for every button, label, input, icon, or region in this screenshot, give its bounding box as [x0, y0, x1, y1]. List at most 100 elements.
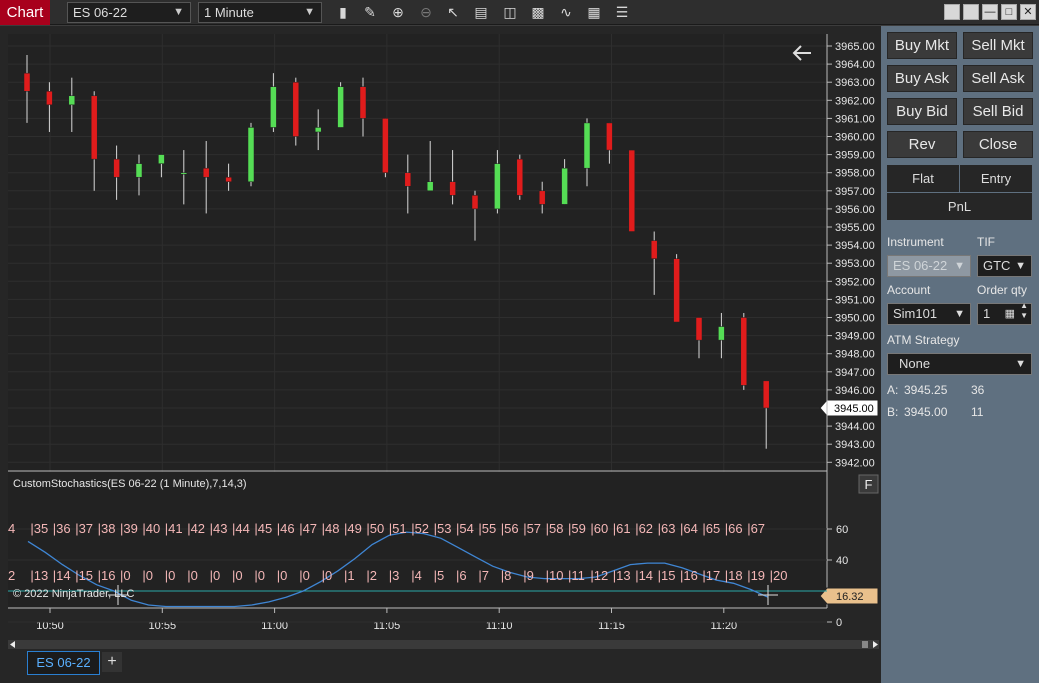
sell-market-button[interactable]: Sell Mkt	[963, 32, 1033, 59]
candle-body	[359, 86, 367, 119]
minimize-icon[interactable]: —	[982, 4, 998, 20]
calculator-icon[interactable]: ▦	[1005, 304, 1015, 324]
strategies-icon[interactable]: ∿	[556, 3, 576, 22]
indicator-tick-label: 60	[836, 524, 848, 536]
candle-body	[538, 190, 546, 205]
indicator-row2-label: |15	[75, 568, 93, 583]
price-tick-label: 3942.00	[835, 457, 875, 469]
price-chart[interactable]: 3965.00 3964.00 3963.00 3962.00 3961.00 3960.…	[0, 26, 881, 683]
candle-body	[225, 176, 232, 183]
close-icon[interactable]: ✕	[1020, 4, 1036, 20]
zoom-in-icon[interactable]: ⊕	[388, 3, 408, 22]
indicator-row1-label: |57	[523, 521, 541, 536]
indicator-row2: 2 |13 |14 |15 |16 |0 |0 |0 |0 |0 |0 |0 |0 |0 |0 |1 |2 |3 |…	[8, 568, 787, 583]
indicator-row2-label: |8	[501, 568, 512, 583]
tif-select-value: GTC	[983, 258, 1011, 273]
chart-trader-icon[interactable]: ◫	[500, 3, 520, 22]
sell-bid-button[interactable]: Sell Bid	[963, 98, 1033, 125]
indicator-row2-label: |12	[590, 568, 608, 583]
data-box-icon[interactable]: ▤	[471, 3, 491, 22]
indicator-row2-label: |0	[187, 568, 198, 583]
indicator-row2-label: |0	[142, 568, 153, 583]
chevron-down-icon: ▼	[304, 6, 315, 18]
indicator-row2-label: |0	[120, 568, 131, 583]
indicator-row1-label: |61	[613, 521, 631, 536]
tif-select[interactable]: GTC ▼	[977, 255, 1032, 277]
indicator-row2-label: |0	[277, 568, 288, 583]
price-tick-label: 3961.00	[835, 113, 875, 125]
zoom-out-icon[interactable]: ⊖	[416, 3, 436, 22]
window-link-icon[interactable]	[963, 4, 979, 20]
properties-icon[interactable]: ☰	[612, 3, 632, 22]
chevron-down-icon: ▼	[1015, 358, 1026, 370]
candle-body	[762, 380, 770, 409]
bar-type-icon[interactable]: ▮	[333, 3, 353, 22]
tab-es-06-22[interactable]: ES 06-22	[27, 651, 100, 675]
indicator-row2-label: |0	[232, 568, 243, 583]
indicator-row1-label: |39	[120, 521, 138, 536]
buy-ask-button[interactable]: Buy Ask	[887, 65, 957, 92]
indicator-row2-label: |14	[53, 568, 71, 583]
add-tab-button[interactable]: +	[102, 652, 122, 672]
indicator-row2-label: |20	[770, 568, 788, 583]
indicator-row1-label: |38	[98, 521, 116, 536]
account-select[interactable]: Sim101 ▼	[887, 303, 971, 325]
price-tick-label: 3957.00	[835, 186, 875, 198]
chart-area[interactable]: 3965.00 3964.00 3963.00 3962.00 3961.00 3960.…	[0, 26, 881, 683]
atm-strategy-select[interactable]: None ▼	[887, 353, 1032, 375]
candle-body	[426, 181, 434, 192]
templates-icon[interactable]: ▦	[584, 3, 604, 22]
indicators-icon[interactable]: ▩	[528, 3, 548, 22]
candle-body	[270, 86, 277, 128]
current-price-label: 3945.00	[834, 403, 874, 415]
indicator-row1-label: |67	[747, 521, 765, 536]
candle-body	[202, 167, 210, 178]
candle-body	[314, 127, 322, 133]
candle-body	[23, 72, 31, 92]
order-qty-stepper[interactable]: 1 ▦ ▲ ▼	[977, 301, 1032, 325]
pointer-icon[interactable]: ↖	[443, 3, 463, 22]
candle-body	[718, 326, 725, 341]
interval-selector[interactable]: 1 Minute ▼	[198, 2, 322, 23]
buy-market-button[interactable]: Buy Mkt	[887, 32, 957, 59]
candle-body	[404, 172, 412, 187]
close-position-button[interactable]: Close	[963, 131, 1033, 158]
price-tick-label: 3955.00	[835, 222, 875, 234]
bid-price: 3945.00	[904, 405, 948, 419]
indicator-row2-label: |0	[322, 568, 333, 583]
indicator-value-label: 16.32	[836, 591, 864, 603]
maximize-icon[interactable]: □	[1001, 4, 1017, 20]
reverse-button[interactable]: Rev	[887, 131, 957, 158]
indicator-row2-label: |6	[456, 568, 467, 583]
price-tick-label: 3944.00	[835, 421, 875, 433]
buy-bid-button[interactable]: Buy Bid	[887, 98, 957, 125]
drawing-tool-icon[interactable]: ✎	[360, 3, 380, 22]
sell-ask-button[interactable]: Sell Ask	[963, 65, 1033, 92]
candle-body	[292, 81, 300, 137]
candle-body	[180, 172, 188, 175]
indicator-row2-label: |11	[568, 568, 585, 583]
bid-label: B:	[887, 405, 899, 419]
bid-size: 11	[971, 405, 984, 419]
instrument-label: Instrument	[887, 235, 944, 249]
indicator-row2-label: |10	[546, 568, 564, 583]
scrollbar-thumb[interactable]	[862, 641, 868, 648]
price-tick-label: 3950.00	[835, 313, 875, 325]
indicator-row2-label: |0	[165, 568, 176, 583]
stepper-arrows-icon[interactable]: ▲ ▼	[1020, 301, 1028, 321]
indicator-row2-label: |0	[299, 568, 310, 583]
instrument-selector[interactable]: ES 06-22 ▼	[67, 2, 191, 23]
window-layout-icon[interactable]	[944, 4, 960, 20]
indicator-row1-label: |66	[725, 521, 743, 536]
candle-body	[337, 86, 344, 128]
interval-selector-value: 1 Minute	[204, 5, 254, 20]
candle-body	[561, 167, 568, 205]
price-tick-label: 3962.00	[835, 95, 875, 107]
indicator-row2-label: |4	[411, 568, 422, 583]
price-tick-label: 3949.00	[835, 331, 875, 343]
horizontal-scrollbar[interactable]	[8, 640, 879, 649]
candle-body	[247, 127, 255, 182]
order-qty-value: 1	[983, 306, 991, 321]
price-tick-label: 3959.00	[835, 150, 875, 162]
candle-body	[673, 258, 680, 323]
